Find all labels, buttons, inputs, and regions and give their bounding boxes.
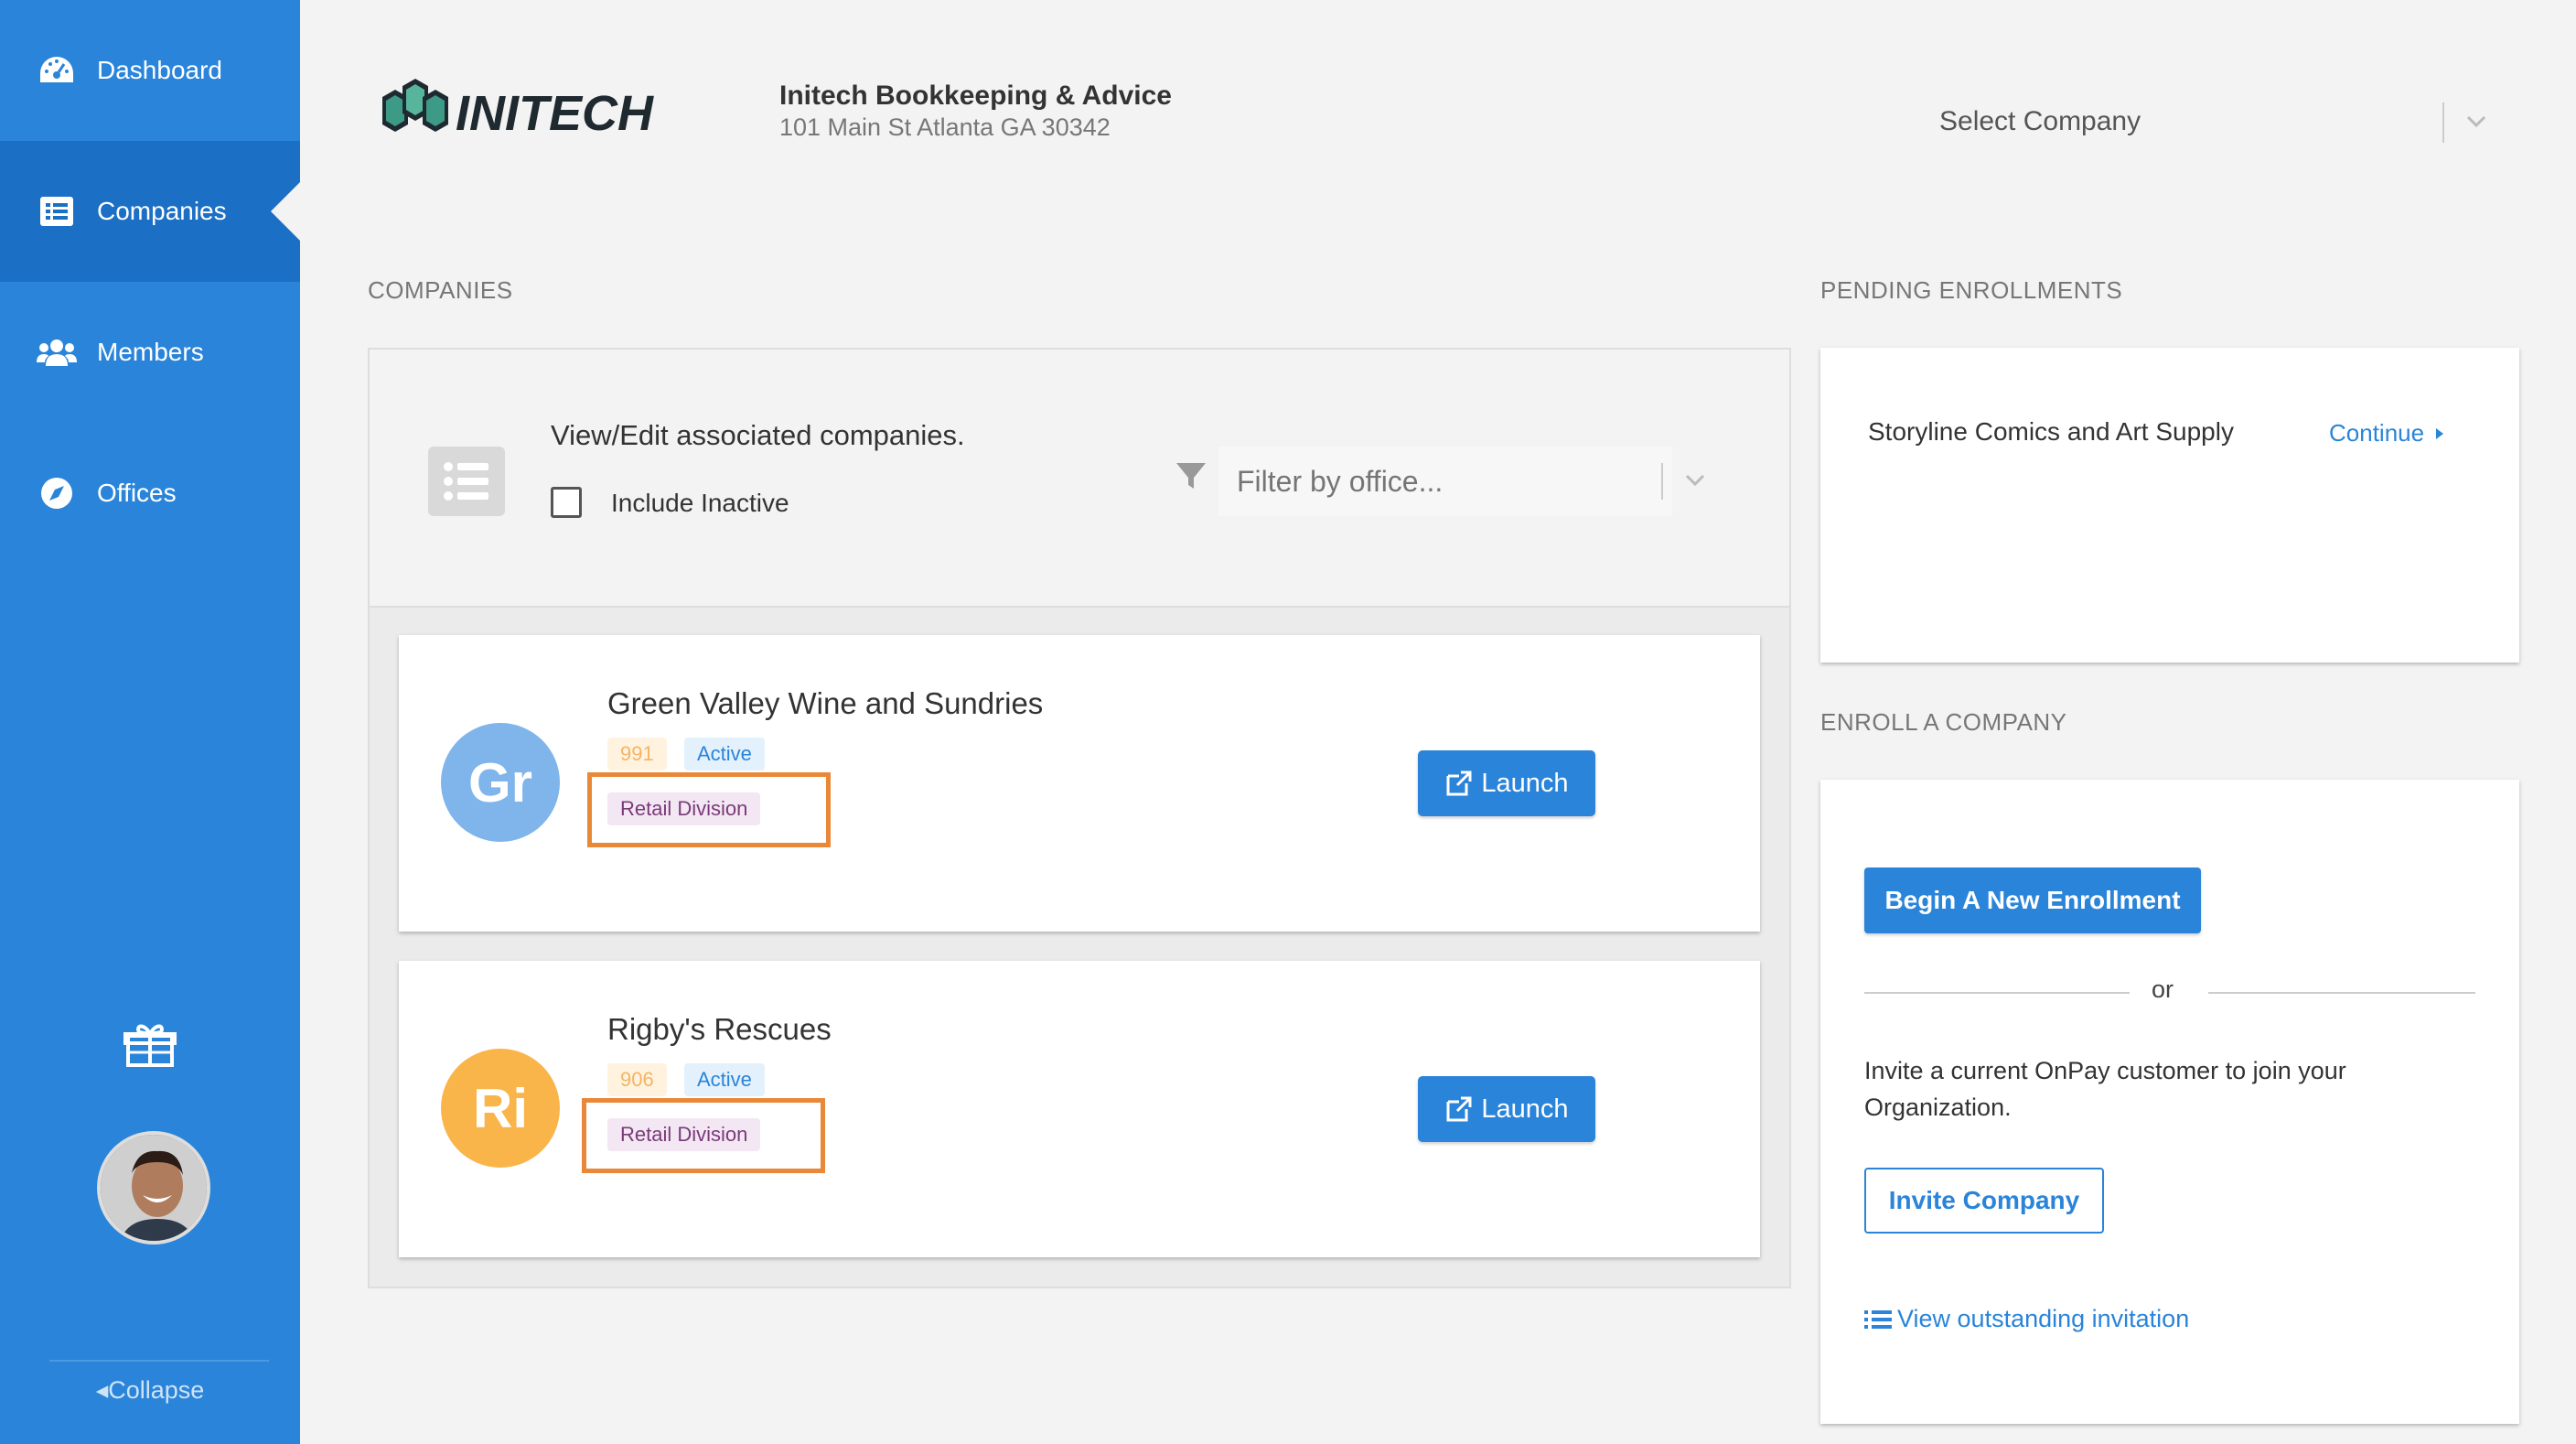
launch-button[interactable]: Launch: [1418, 1076, 1595, 1142]
compass-icon: [37, 473, 77, 513]
company-card: Ri Rigby's Rescues 906 Active Retail Div…: [399, 961, 1760, 1257]
status-badge: Active: [684, 1063, 765, 1096]
users-icon: [37, 332, 77, 372]
pending-section-label: PENDING ENROLLMENTS: [1820, 276, 2123, 304]
sidebar-item-dashboard[interactable]: Dashboard: [0, 0, 300, 141]
enroll-company-card: Begin A New Enrollment or Invite a curre…: [1820, 780, 2519, 1424]
sidebar: Dashboard Companies Members Offices ◂Col…: [0, 0, 300, 1444]
avatar[interactable]: [97, 1131, 210, 1245]
company-id-badge: 991: [607, 738, 667, 770]
view-outstanding-invitation-link[interactable]: View outstanding invitation: [1864, 1305, 2189, 1333]
select-company-dropdown[interactable]: Select Company: [1939, 106, 2141, 137]
invite-company-button[interactable]: Invite Company: [1864, 1168, 2104, 1234]
external-link-icon: [1446, 770, 1472, 796]
sidebar-item-label: Dashboard: [97, 56, 222, 84]
org-address: 101 Main St Atlanta GA 30342: [779, 113, 1111, 141]
external-link-icon: [1446, 1096, 1472, 1122]
begin-new-enrollment-button[interactable]: Begin A New Enrollment: [1864, 867, 2201, 933]
company-id-badge: 906: [607, 1063, 667, 1096]
company-name: Rigby's Rescues: [607, 1012, 832, 1046]
launch-button[interactable]: Launch: [1418, 750, 1595, 816]
continue-link[interactable]: Continue: [2329, 419, 2448, 447]
chevron-down-icon[interactable]: [1681, 467, 1709, 494]
or-separator: or: [2152, 975, 2174, 1003]
highlight-annotation: [582, 1098, 825, 1173]
pending-company-name: Storyline Comics and Art Supply: [1868, 417, 2234, 446]
collapse-button[interactable]: ◂Collapse: [0, 1376, 300, 1405]
companies-section-label: COMPANIES: [368, 276, 513, 304]
caret-left-icon: ◂: [95, 1376, 109, 1404]
highlight-annotation: [587, 772, 831, 847]
dashboard-icon: [37, 50, 77, 91]
svg-text:INITECH: INITECH: [456, 86, 654, 141]
sidebar-item-label: Offices: [97, 479, 177, 507]
sidebar-item-label: Companies: [97, 197, 227, 225]
status-badge: Active: [684, 738, 765, 770]
chevron-down-icon[interactable]: [2463, 108, 2490, 135]
companies-panel-header: View/Edit associated companies. Include …: [370, 350, 1789, 608]
divider-line: [2208, 992, 2475, 994]
include-inactive-label[interactable]: Include Inactive: [611, 489, 789, 518]
invite-description: Invite a current OnPay customer to join …: [1864, 1057, 2346, 1121]
select-divider: [2442, 102, 2444, 143]
sidebar-item-members[interactable]: Members: [0, 282, 300, 423]
filter-icon: [1175, 459, 1208, 492]
sidebar-item-offices[interactable]: Offices: [0, 423, 300, 564]
company-card: Gr Green Valley Wine and Sundries 991 Ac…: [399, 635, 1760, 932]
caret-right-icon: [2436, 427, 2444, 439]
org-name: Initech Bookkeeping & Advice: [779, 81, 1172, 111]
collapse-divider: [49, 1360, 269, 1362]
enroll-section-label: ENROLL A COMPANY: [1820, 708, 2067, 736]
list-icon: [1864, 1309, 1892, 1329]
list-icon: [428, 447, 505, 516]
initech-logo: INITECH: [382, 70, 721, 145]
include-inactive-checkbox[interactable]: [551, 487, 582, 518]
company-name: Green Valley Wine and Sundries: [607, 686, 1044, 720]
divider-line: [1864, 992, 2130, 994]
gift-icon[interactable]: [123, 1019, 177, 1069]
filter-divider: [1661, 463, 1663, 500]
filter-by-office-input[interactable]: [1218, 447, 1672, 516]
companies-panel: View/Edit associated companies. Include …: [368, 348, 1791, 1288]
pending-enrollment-card: Storyline Comics and Art Supply Continue: [1820, 348, 2519, 663]
sidebar-item-label: Members: [97, 338, 204, 366]
company-avatar: Gr: [441, 723, 560, 842]
sidebar-item-companies[interactable]: Companies: [0, 141, 300, 282]
company-avatar: Ri: [441, 1049, 560, 1168]
list-icon: [37, 191, 77, 232]
panel-title: View/Edit associated companies.: [551, 419, 965, 451]
